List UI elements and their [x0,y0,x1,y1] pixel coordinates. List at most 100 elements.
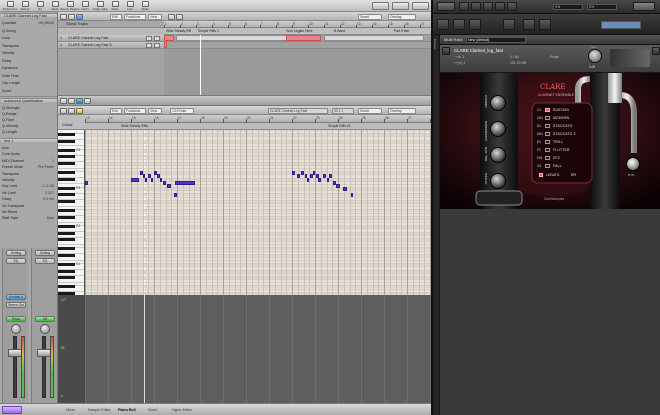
region-clarinet-b[interactable] [324,35,424,41]
strip-instrument-slot[interactable]: Kontakt 5 [6,294,26,300]
marker[interactable]: Simple Riffs 1 [198,29,219,33]
inspector-row[interactable]: No Reset [2,210,56,215]
midi-note[interactable] [318,177,322,182]
black-key[interactable] [58,285,75,289]
lane-1[interactable] [164,35,431,42]
inspector-row-value[interactable]: C-2 G8 [42,184,54,188]
control-pad[interactable] [490,147,506,163]
arrange-snap-select[interactable]: Smart [358,13,382,20]
editor-drag-select[interactable]: Overlap [388,107,416,114]
inspector-row[interactable]: MIDI Channel 1 [2,159,56,164]
browser-toggle-icon[interactable] [459,2,469,11]
region-selected-a[interactable] [164,35,174,41]
kontakt-settings-icon[interactable] [437,19,449,30]
strip-output-button[interactable]: Stereo Out [6,302,26,308]
inspector-row[interactable]: Clip Length [2,81,56,86]
pan-knob[interactable] [11,324,21,334]
inspector-row[interactable]: Dynamics [2,66,56,71]
inspector-row[interactable]: Transpose [2,172,56,177]
black-key[interactable] [58,231,75,235]
inspector-row[interactable]: Q-Flam [2,118,56,123]
marker[interactable]: Part 9 Bar [394,29,409,33]
lcd-time-display[interactable] [372,2,389,10]
legato-switch[interactable]: LEGATO RR [537,171,597,179]
arrange-ruler[interactable]: 1 2 3 4 5 6 7 8 9 10 11 12 13 14 15 16 17 [164,21,431,28]
inspector-row[interactable]: Staff Style Auto [2,216,56,221]
arrange-track-header[interactable]: 2 CLARE Clarinet Leg Fast B [58,42,164,49]
inspector-row[interactable]: Q-Length [2,130,56,135]
black-key[interactable] [58,215,75,219]
midi-note[interactable] [166,183,172,188]
control-pad[interactable] [490,173,506,189]
marker[interactable]: B Band [334,29,345,33]
black-key[interactable] [58,133,75,137]
inspector-row-value[interactable]: 0.0 ms [43,197,54,201]
editor-marker-track[interactable]: Wide Steady Riffs Simple Riffs #1 [85,123,431,130]
rack-name-field[interactable]: New (default) [466,37,526,43]
articulation-row[interactable]: C#1 MODERN [537,115,597,122]
inspector-row-value[interactable]: off (3840) [39,21,54,25]
midi-note[interactable] [173,193,177,198]
info-icon[interactable] [507,2,517,11]
editor-tab[interactable]: Sample Editor [88,408,111,412]
arrange-functions-menu[interactable]: Functions [124,13,146,20]
inspector-row[interactable]: Q-Range [2,112,56,117]
dynamics-knob[interactable] [626,157,640,171]
inspector-row[interactable]: Velocity [2,51,56,56]
kontakt-options-icon[interactable] [469,19,481,30]
kontakt-files-icon[interactable] [453,19,465,30]
editor-functions-menu[interactable]: Functions [124,107,146,114]
rack-empty-space[interactable] [440,209,660,415]
midi-note[interactable] [301,171,304,176]
region-inspector-title[interactable]: CLARE Clarinet Leg Fast [1,13,57,19]
articulation-row[interactable]: C1 SUSTAIN [537,107,597,114]
kontakt-quick-icon[interactable] [539,19,551,30]
volume-fader-cap[interactable] [37,349,51,358]
inspector-row[interactable]: Quantize off (3840) [2,21,56,26]
midi-note[interactable] [329,174,332,179]
midi-note[interactable] [174,180,196,185]
control-pad[interactable] [490,95,506,111]
kontakt-keyboard-icon[interactable] [523,19,535,30]
inspector-row[interactable]: Transpose [2,44,56,49]
black-key[interactable] [58,139,75,143]
strip-automation-button[interactable]: Off [35,316,55,322]
track-inspector-header[interactable]: Inst 1 [1,138,57,144]
midi-note[interactable] [154,171,157,176]
articulation-row[interactable]: D#1 STACCATO 2 [537,131,597,138]
editor-tab[interactable]: Piano Roll [118,408,136,412]
midi-note[interactable] [296,174,301,179]
midi-note[interactable] [310,174,313,179]
editor-tool-b[interactable] [68,98,75,104]
wrench-icon[interactable] [442,47,450,55]
region-selected-c[interactable] [164,42,167,48]
black-key[interactable] [58,237,75,241]
volume-fader-track[interactable] [42,336,46,398]
inspector-row[interactable]: Q-Velocity [2,124,56,129]
lcd-bar-display[interactable] [392,2,409,10]
editor-tab[interactable]: Score [148,408,157,412]
black-key[interactable] [58,177,75,181]
ed-back-button[interactable] [60,107,67,114]
black-key[interactable] [58,269,75,273]
position-field[interactable]: 33 1 1 [332,107,354,114]
toolbar-lists-button[interactable]: Lists [123,1,137,11]
piano-roll-grid[interactable] [85,130,431,295]
purge-button[interactable]: Purge [550,55,559,59]
pan-knob[interactable] [40,324,50,334]
strip-setting-button[interactable]: Setting [6,250,26,256]
inspector-row[interactable]: No Transpose [2,204,56,209]
quantize-select[interactable]: 1/16 Note [170,107,194,114]
master-editor-icon[interactable] [495,2,505,11]
region-selected-b[interactable] [286,35,321,41]
keyboard-icon[interactable] [483,2,493,11]
articulation-row[interactable]: F1 FLUTTER [537,147,597,154]
midi-note[interactable] [163,180,166,185]
region-name-field[interactable]: CLARE Clarinet Leg Fast [268,107,328,114]
inspector-row[interactable]: Delay 0.0 ms [2,197,56,202]
inspector-row[interactable]: Q-Swing [2,29,56,34]
inspector-row[interactable]: Delay [2,59,56,64]
strip-automation-button[interactable]: Read [6,316,26,322]
volume-fader-track[interactable] [13,336,17,398]
inspector-row[interactable]: Score [2,89,56,94]
